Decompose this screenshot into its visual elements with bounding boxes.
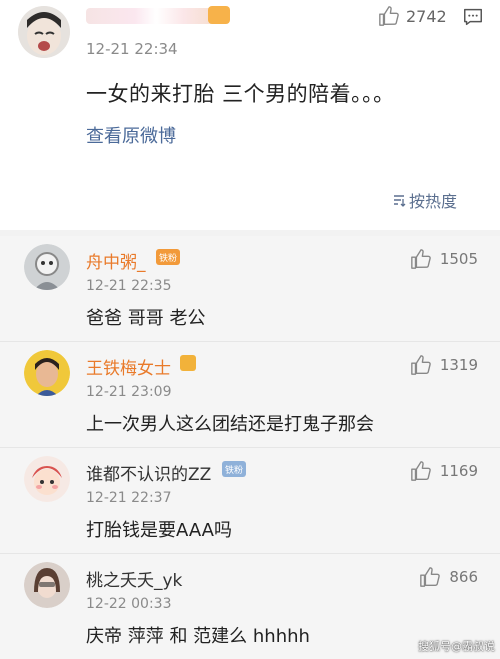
thumbs-up-icon bbox=[420, 567, 441, 587]
reply-like-count: 1319 bbox=[439, 356, 478, 374]
reply-username[interactable]: 谁都不认识的ZZ bbox=[86, 460, 211, 485]
reply-like-count: 866 bbox=[449, 568, 478, 586]
reply-time: 12-21 23:09 bbox=[86, 384, 172, 400]
reply-time: 12-22 00:33 bbox=[86, 596, 172, 612]
main-commenter-name-blurred[interactable] bbox=[86, 8, 226, 24]
member-badge-icon bbox=[180, 355, 196, 371]
reply-text: 打胎钱是要AAA吗 bbox=[86, 520, 232, 541]
thumbs-up-icon bbox=[410, 461, 431, 481]
reply-like-button[interactable]: 1319 bbox=[410, 354, 478, 376]
reply-avatar[interactable] bbox=[24, 562, 70, 608]
main-like-count: 2742 bbox=[406, 6, 447, 26]
sort-icon bbox=[394, 195, 406, 207]
reply-text: 爸爸 哥哥 老公 bbox=[86, 308, 206, 329]
thumbs-up-icon bbox=[410, 249, 431, 269]
reply-username[interactable]: 舟中粥_ bbox=[86, 248, 146, 273]
main-commenter-avatar[interactable] bbox=[18, 6, 70, 58]
member-badge-icon bbox=[208, 6, 230, 24]
reply-text: 庆帝 萍萍 和 范建么 hhhhh bbox=[86, 626, 310, 647]
reply-like-button[interactable]: 866 bbox=[419, 566, 478, 588]
reply-avatar[interactable] bbox=[24, 350, 70, 396]
main-like-button[interactable]: 2742 bbox=[378, 5, 447, 27]
reply-like-count: 1505 bbox=[439, 250, 478, 268]
reply-like-count: 1169 bbox=[439, 462, 478, 480]
reply-time: 12-21 22:37 bbox=[86, 490, 172, 506]
reply-comment-icon[interactable] bbox=[462, 6, 484, 28]
sort-label: 按热度 bbox=[409, 192, 458, 211]
reply-like-button[interactable]: 1169 bbox=[410, 460, 478, 482]
thumbs-up-icon bbox=[379, 6, 399, 26]
main-comment-text: 一女的来打胎 三个男的陪着。。。 bbox=[86, 82, 395, 106]
reply-username[interactable]: 王铁梅女士 bbox=[86, 354, 171, 379]
reply-time: 12-21 22:35 bbox=[86, 278, 172, 294]
sort-by-hot-toggle[interactable]: 按热度 bbox=[392, 188, 457, 212]
reply-avatar[interactable] bbox=[24, 244, 70, 290]
iron-fan-badge: 铁粉 bbox=[156, 249, 181, 265]
watermark: 搜狐号@霸叔说 bbox=[418, 640, 495, 653]
reply-item: 王铁梅女士 12-21 23:09 上一次男人这么团结还是打鬼子那会 1319 bbox=[0, 342, 500, 448]
reply-item: 舟中粥_ 铁粉 12-21 22:35 爸爸 哥哥 老公 1505 bbox=[0, 236, 500, 342]
reply-text: 上一次男人这么团结还是打鬼子那会 bbox=[86, 414, 374, 435]
reply-list: 舟中粥_ 铁粉 12-21 22:35 爸爸 哥哥 老公 1505 王铁梅女士 … bbox=[0, 236, 500, 659]
reply-item: 谁都不认识的ZZ 铁粉 12-21 22:37 打胎钱是要AAA吗 1169 bbox=[0, 448, 500, 554]
main-comment: 12-21 22:34 一女的来打胎 三个男的陪着。。。 查看原微博 2742 … bbox=[0, 0, 500, 230]
view-original-weibo-link[interactable]: 查看原微博 bbox=[86, 122, 176, 148]
reply-like-button[interactable]: 1505 bbox=[410, 248, 478, 270]
iron-fan-badge: 铁粉 bbox=[222, 461, 247, 477]
reply-avatar[interactable] bbox=[24, 456, 70, 502]
thumbs-up-icon bbox=[410, 355, 431, 375]
main-comment-time: 12-21 22:34 bbox=[86, 40, 178, 58]
reply-username[interactable]: 桃之夭夭_yk bbox=[86, 566, 182, 591]
